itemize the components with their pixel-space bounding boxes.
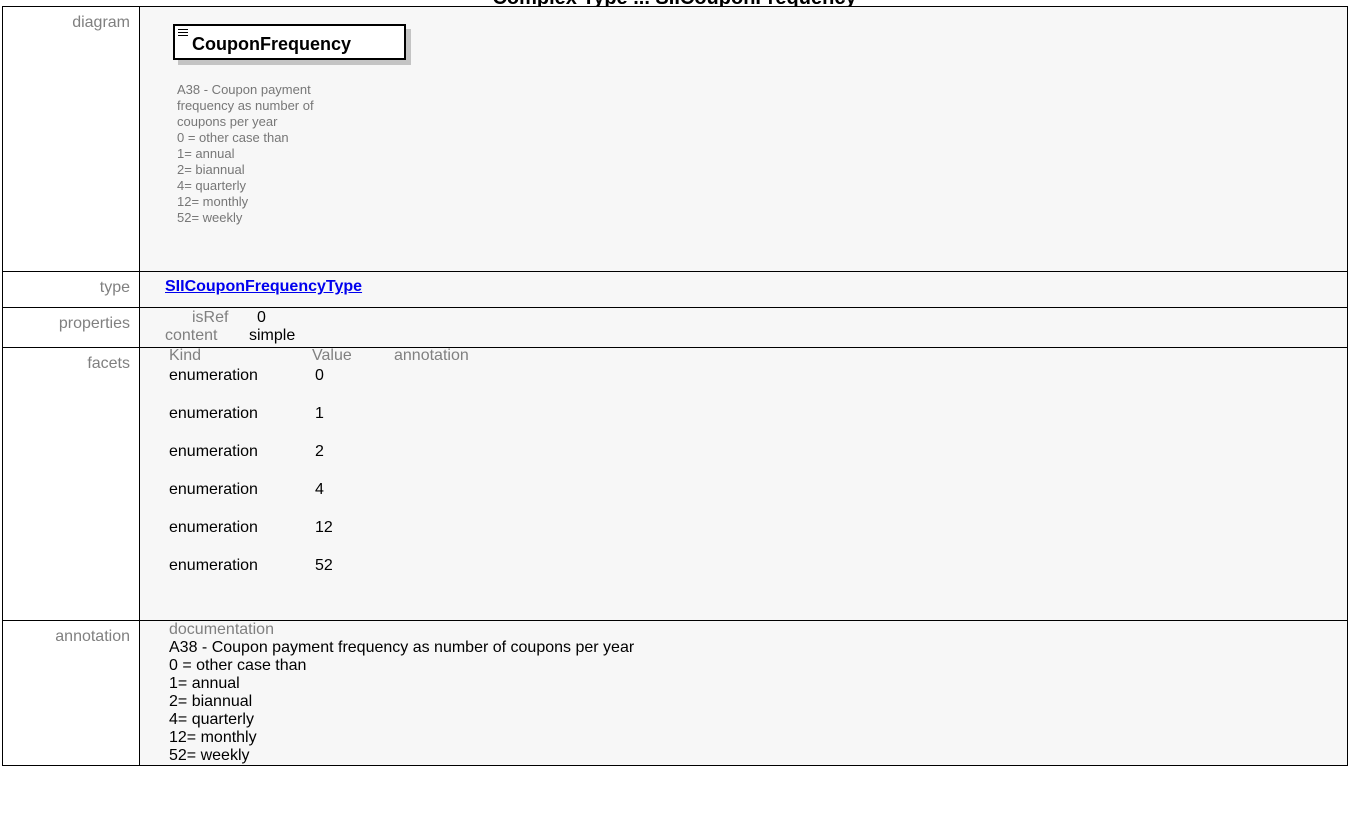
row-label: diagram (2, 6, 140, 272)
facets-header-value: Value (312, 347, 352, 364)
facets-row: facets Kind Value annotation enumeration… (2, 347, 1348, 621)
row-label: type (2, 271, 140, 308)
property-key: content (165, 327, 218, 344)
facet-value: 52 (315, 557, 333, 574)
facet-value: 4 (315, 481, 324, 498)
annotation-row: annotation documentation A38 - Coupon pay… (2, 620, 1348, 766)
property-key: isRef (192, 309, 229, 326)
facet-kind: enumeration (169, 405, 258, 422)
facet-value: 2 (315, 443, 324, 460)
annotation-cell: documentation A38 - Coupon payment freque… (139, 620, 1348, 766)
property-value: simple (249, 327, 296, 344)
facets-header-kind: Kind (169, 347, 202, 364)
facets-cell: Kind Value annotation enumeration 0 enum… (139, 347, 1348, 621)
row-label: properties (2, 307, 140, 348)
facet-kind: enumeration (169, 481, 258, 498)
properties-cell: isRef 0 content simple (139, 307, 1348, 348)
row-label: facets (2, 347, 140, 621)
schema-doc-table: diagram CouponFrequency A38 - Coupon pay… (2, 6, 1348, 766)
facet-kind: enumeration (169, 557, 258, 574)
element-content-icon (178, 29, 188, 38)
type-link[interactable]: SIICouponFrequencyType (165, 278, 362, 296)
annotation-content: documentation A38 - Coupon payment freque… (165, 621, 1347, 765)
element-name: CouponFrequency (192, 34, 352, 54)
type-cell: SIICouponFrequencyType (139, 271, 1348, 308)
diagram-area: CouponFrequency A38 - Coupon payment fre… (165, 7, 1347, 271)
facet-value: 1 (315, 405, 324, 422)
annotation-doc-key: documentation (169, 621, 274, 638)
properties-row: properties isRef 0 content simple (2, 307, 1348, 348)
facet-value: 0 (315, 367, 324, 384)
annotation-doc-text: A38 - Coupon payment frequency as number… (169, 639, 635, 764)
element-box[interactable]: CouponFrequency (173, 24, 406, 60)
element-documentation: A38 - Coupon payment frequency as number… (177, 82, 314, 225)
facet-kind: enumeration (169, 519, 258, 536)
row-label: annotation (2, 620, 140, 766)
properties-list: isRef 0 content simple (165, 308, 1347, 347)
property-value: 0 (257, 309, 266, 326)
type-row: type SIICouponFrequencyType (2, 271, 1348, 308)
facet-value: 12 (315, 519, 333, 536)
facets-header-annotation: annotation (394, 347, 469, 364)
diagram-cell: CouponFrequency A38 - Coupon payment fre… (139, 6, 1348, 272)
diagram-row: diagram CouponFrequency A38 - Coupon pay… (2, 6, 1348, 272)
facet-kind: enumeration (169, 367, 258, 384)
facet-kind: enumeration (169, 443, 258, 460)
facets-table: Kind Value annotation enumeration 0 enum… (165, 347, 1347, 620)
